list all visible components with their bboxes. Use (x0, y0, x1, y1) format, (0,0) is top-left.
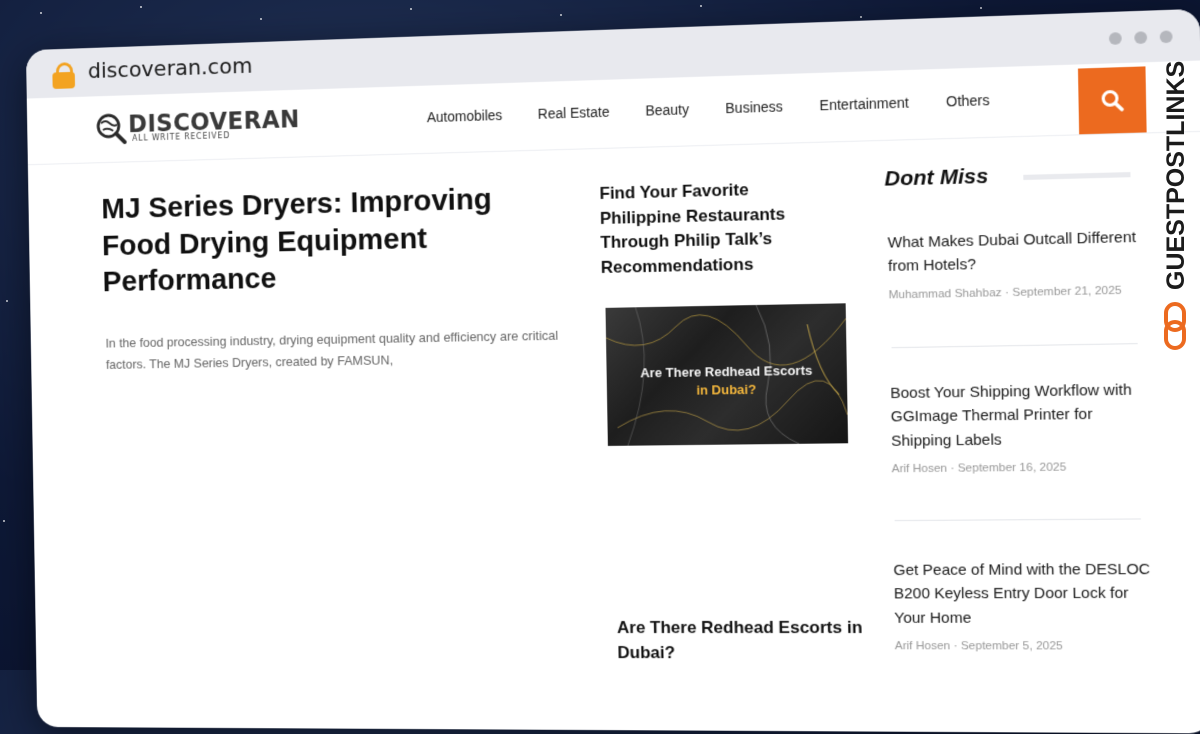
window-control-dot[interactable] (1108, 32, 1122, 45)
middle-article-title[interactable]: Find Your Favorite Philippine Restaurant… (599, 176, 833, 281)
meta-separator: · (946, 462, 958, 475)
post-meta: Arif Hosen · September 16, 2025 (892, 460, 1155, 475)
logo-tagline: ALL WRITE RECEIVED (132, 131, 231, 143)
post-date: September 5, 2025 (960, 639, 1063, 653)
middle-article-title-2[interactable]: Are There Redhead Escorts in Dubai? (617, 616, 871, 666)
hero-article-excerpt: In the food processing industry, drying … (105, 327, 559, 372)
watermark-logo: GUESTPOSTLINKS (1162, 61, 1190, 350)
post-meta: Muhammad Shahbaz · September 21, 2025 (888, 284, 1151, 301)
browser-window: discoveran.com DISCOVERAN ALL WRITE RECE… (25, 8, 1200, 734)
main-nav: Automobiles Real Estate Beauty Business … (427, 91, 1028, 125)
dont-miss-heading: Dont Miss (884, 164, 989, 191)
article-thumbnail[interactable]: Are There Redhead Escorts in Dubai? (605, 303, 849, 446)
chain-link-icon (1164, 302, 1186, 350)
dont-miss-item-title[interactable]: What Makes Dubai Outcall Different from … (887, 225, 1151, 278)
post-author[interactable]: Muhammad Shahbaz (888, 286, 1001, 300)
nav-item-real-estate[interactable]: Real Estate (538, 104, 610, 122)
watermark-text: GUESTPOSTLINKS (1162, 61, 1190, 290)
search-icon (1100, 89, 1124, 112)
nav-item-automobiles[interactable]: Automobiles (427, 107, 503, 125)
globe-magnifier-icon (94, 111, 128, 145)
list-divider (894, 518, 1141, 522)
guestpostlinks-watermark: GUESTPOSTLINKS (1158, 60, 1192, 350)
meta-separator: · (1001, 286, 1013, 299)
search-button[interactable] (1077, 66, 1147, 135)
post-date: September 16, 2025 (957, 461, 1067, 475)
address-bar-url[interactable]: discoveran.com (88, 54, 253, 84)
meta-separator: · (950, 639, 961, 653)
list-divider (891, 343, 1138, 349)
site-logo[interactable]: DISCOVERAN ALL WRITE RECEIVED (94, 104, 300, 149)
post-author[interactable]: Arif Hosen (892, 462, 948, 475)
nav-item-others[interactable]: Others (946, 92, 990, 110)
post-meta: Arif Hosen · September 5, 2025 (895, 640, 1158, 652)
post-date: September 21, 2025 (1012, 284, 1122, 299)
post-author[interactable]: Arif Hosen (895, 640, 951, 652)
dont-miss-item-title[interactable]: Get Peace of Mind with the DESLOC B200 K… (893, 558, 1157, 630)
window-control-dot[interactable] (1159, 30, 1173, 44)
screenshot-scene: discoveran.com DISCOVERAN ALL WRITE RECE… (18, 0, 1200, 734)
list-item: What Makes Dubai Outcall Different from … (887, 225, 1151, 301)
lock-icon (52, 62, 76, 90)
dont-miss-item-title[interactable]: Boost Your Shipping Workflow with GGImag… (890, 378, 1154, 453)
nav-item-business[interactable]: Business (725, 98, 783, 116)
window-control-dot[interactable] (1134, 31, 1148, 45)
heading-divider (1023, 172, 1131, 180)
list-item: Get Peace of Mind with the DESLOC B200 K… (893, 558, 1158, 653)
list-item: Boost Your Shipping Workflow with GGImag… (890, 378, 1155, 475)
hero-article-title[interactable]: MJ Series Dryers: Improving Food Drying … (101, 179, 555, 300)
nav-item-beauty[interactable]: Beauty (645, 101, 689, 118)
nav-item-entertainment[interactable]: Entertainment (819, 94, 909, 113)
